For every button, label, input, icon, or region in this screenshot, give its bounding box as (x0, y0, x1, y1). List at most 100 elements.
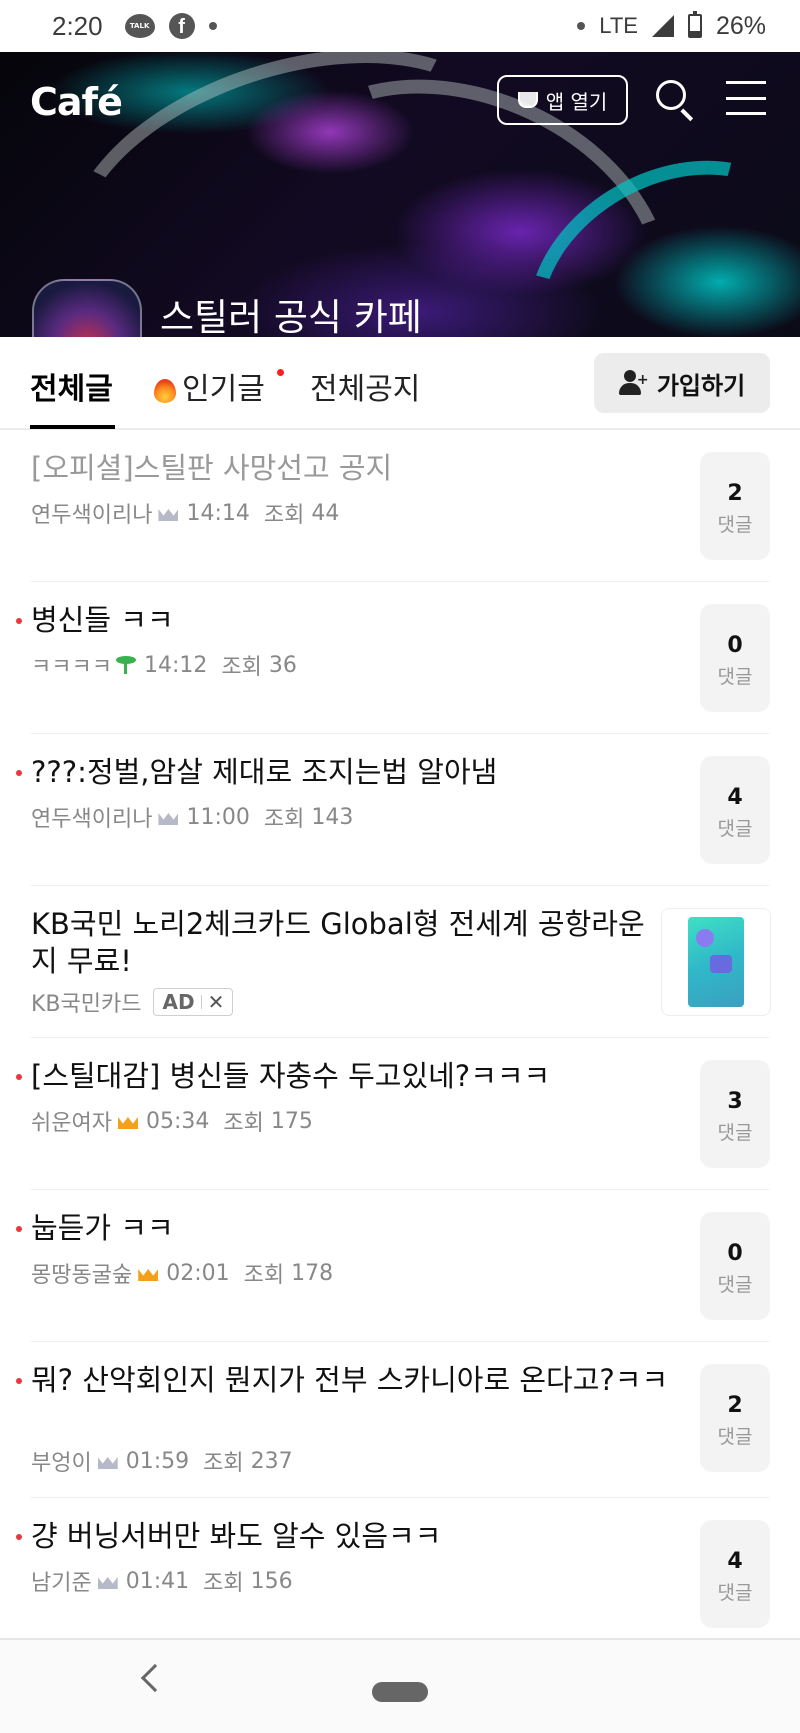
hamburger-icon-line (726, 96, 766, 100)
member-level-crown-icon (158, 809, 178, 825)
system-nav-bar (0, 1638, 800, 1733)
tab-popular-posts[interactable]: 인기글 (152, 364, 265, 408)
cafe-logo[interactable]: Café (30, 80, 123, 124)
cafe-avatar[interactable] (32, 279, 142, 337)
new-post-dot (16, 770, 22, 776)
post-time: 11:00 (186, 804, 250, 830)
post-meta: 연두색이리나 11:00 조회 143 (31, 801, 353, 833)
fire-icon (152, 373, 178, 403)
comment-count-box[interactable]: 2 댓글 (700, 452, 770, 560)
facebook-icon: f (168, 13, 195, 39)
ad-thumbnail[interactable] (661, 908, 771, 1016)
new-post-dot (16, 1534, 22, 1540)
comment-count: 2 (727, 481, 743, 506)
post-views: 156 (250, 1568, 293, 1594)
post-meta: 남기준 01:41 조회 156 (31, 1565, 293, 1597)
member-level-crown-icon (98, 1453, 118, 1469)
comment-count-box[interactable]: 2 댓글 (700, 1364, 770, 1472)
tab-all-posts[interactable]: 전체글 (30, 364, 113, 408)
views-label: 조회 (243, 1263, 285, 1288)
tab-bar: 전체글 인기글 전체공지 + 가입하기 (0, 337, 800, 430)
new-post-dot (16, 618, 22, 624)
signal-icon (651, 15, 674, 37)
comment-count-box[interactable]: 3 댓글 (700, 1060, 770, 1168)
cafe-name: 스틸러 공식 카페 (160, 296, 422, 337)
battery-icon (687, 11, 702, 38)
views-label: 조회 (223, 1111, 264, 1136)
post-author: 연두색이리나 (31, 807, 153, 832)
new-post-dot (16, 1378, 22, 1384)
coffee-cup-icon (517, 92, 538, 108)
comment-count: 3 (727, 1089, 743, 1114)
card-image (688, 917, 744, 1007)
post-title[interactable]: [스틸대감] 병신들 자충수 두고있네?ㅋㅋㅋ (31, 1058, 671, 1095)
post-title[interactable]: ???:정벌,암살 제대로 조지는법 알아냄 (31, 754, 671, 791)
comment-count-box[interactable]: 0 댓글 (700, 604, 770, 712)
views-label: 조회 (203, 1571, 244, 1596)
post-author: 몽땅동굴숲 (31, 1263, 133, 1288)
new-dot-badge (277, 369, 284, 376)
home-pill-icon[interactable] (372, 1682, 428, 1702)
list-item[interactable]: 눕듣가 ㅋㅋ 몽땅동굴숲 02:01 조회 178 0 댓글 (0, 1190, 800, 1342)
post-views: 178 (291, 1260, 334, 1286)
join-cafe-button[interactable]: + 가입하기 (594, 353, 770, 413)
list-item[interactable]: 병신들 ㅋㅋ ㅋㅋㅋㅋ 14:12 조회 36 0 댓글 (0, 582, 800, 734)
post-title[interactable]: 병신들 ㅋㅋ (31, 602, 671, 639)
open-app-label: 앱 열기 (545, 89, 608, 114)
active-tab-indicator (30, 425, 115, 429)
views-label: 조회 (263, 503, 305, 528)
post-time: 14:14 (186, 500, 250, 526)
post-meta: 쉬운여자 05:34 조회 175 (31, 1105, 313, 1137)
kakaotalk-icon: TALK (124, 14, 155, 38)
ad-label: AD (162, 990, 195, 1014)
new-post-dot (16, 1226, 22, 1232)
status-dot-icon (577, 22, 586, 30)
views-label: 조회 (203, 1451, 244, 1476)
status-bar: 2:20 TALK f LTE 26% (0, 0, 800, 52)
ad-meta: KB국민카드 AD ✕ (31, 986, 234, 1018)
list-item[interactable]: ???:정벌,암살 제대로 조지는법 알아냄 연두색이리나 11:00 조회 1… (0, 734, 800, 886)
comment-label: 댓글 (717, 818, 753, 840)
post-meta: 부엉이 01:59 조회 237 (31, 1445, 293, 1477)
post-author: 연두색이리나 (31, 503, 153, 528)
post-meta: ㅋㅋㅋㅋ 14:12 조회 36 (31, 649, 297, 681)
comment-count: 2 (727, 1393, 743, 1418)
ad-title[interactable]: KB국민 노리2체크카드 Global형 전세계 공항라운지 무료! (31, 906, 651, 980)
menu-button[interactable] (726, 81, 766, 115)
post-title[interactable]: [오피셜]스틸판 사망선고 공지 (31, 450, 671, 487)
views-label: 조회 (263, 807, 305, 832)
post-time: 02:01 (166, 1260, 230, 1286)
back-icon[interactable] (140, 1663, 170, 1693)
ad-badge[interactable]: AD ✕ (153, 988, 234, 1016)
member-level-crown-icon (118, 1113, 138, 1129)
close-icon[interactable]: ✕ (208, 990, 225, 1014)
status-time: 2:20 (52, 10, 103, 41)
post-views: 44 (311, 500, 340, 526)
list-item[interactable]: [스틸대감] 병신들 자충수 두고있네?ㅋㅋㅋ 쉬운여자 05:34 조회 17… (0, 1038, 800, 1190)
views-label: 조회 (221, 655, 262, 680)
open-app-button[interactable]: 앱 열기 (497, 75, 628, 125)
comment-count: 4 (727, 1549, 743, 1574)
join-button-label: 가입하기 (656, 371, 746, 400)
comment-count-box[interactable]: 4 댓글 (700, 756, 770, 864)
comment-count-box[interactable]: 4 댓글 (700, 1520, 770, 1628)
post-title[interactable]: 걍 버닝서버만 봐도 알수 있음ㅋㅋ (31, 1518, 671, 1555)
post-meta: 몽땅동굴숲 02:01 조회 178 (31, 1257, 333, 1289)
comment-label: 댓글 (717, 1582, 753, 1604)
post-title[interactable]: 뭐? 산악회인지 뭔지가 전부 스카니아로 온다고?ㅋㅋ (31, 1362, 671, 1399)
search-button[interactable] (654, 78, 698, 122)
comment-count: 4 (727, 785, 743, 810)
post-time: 05:34 (145, 1108, 210, 1134)
post-title[interactable]: 눕듣가 ㅋㅋ (31, 1210, 671, 1247)
comment-count-box[interactable]: 0 댓글 (700, 1212, 770, 1320)
post-time: 14:12 (143, 652, 208, 678)
ad-list-item[interactable]: KB국민 노리2체크카드 Global형 전세계 공항라운지 무료! KB국민카… (0, 886, 800, 1038)
list-item[interactable]: [오피셜]스틸판 사망선고 공지 연두색이리나 14:14 조회 44 2 댓글 (0, 430, 800, 582)
tab-all-notices[interactable]: 전체공지 (310, 364, 420, 408)
hamburger-icon-line (726, 112, 766, 115)
search-icon (656, 80, 686, 110)
list-item[interactable]: 걍 버닝서버만 봐도 알수 있음ㅋㅋ 남기준 01:41 조회 156 4 댓글 (0, 1498, 800, 1636)
network-type: LTE (599, 13, 638, 38)
post-meta: 연두색이리나 14:14 조회 44 (31, 497, 339, 529)
list-item[interactable]: 뭐? 산악회인지 뭔지가 전부 스카니아로 온다고?ㅋㅋ 부엉이 01:59 조… (0, 1342, 800, 1498)
